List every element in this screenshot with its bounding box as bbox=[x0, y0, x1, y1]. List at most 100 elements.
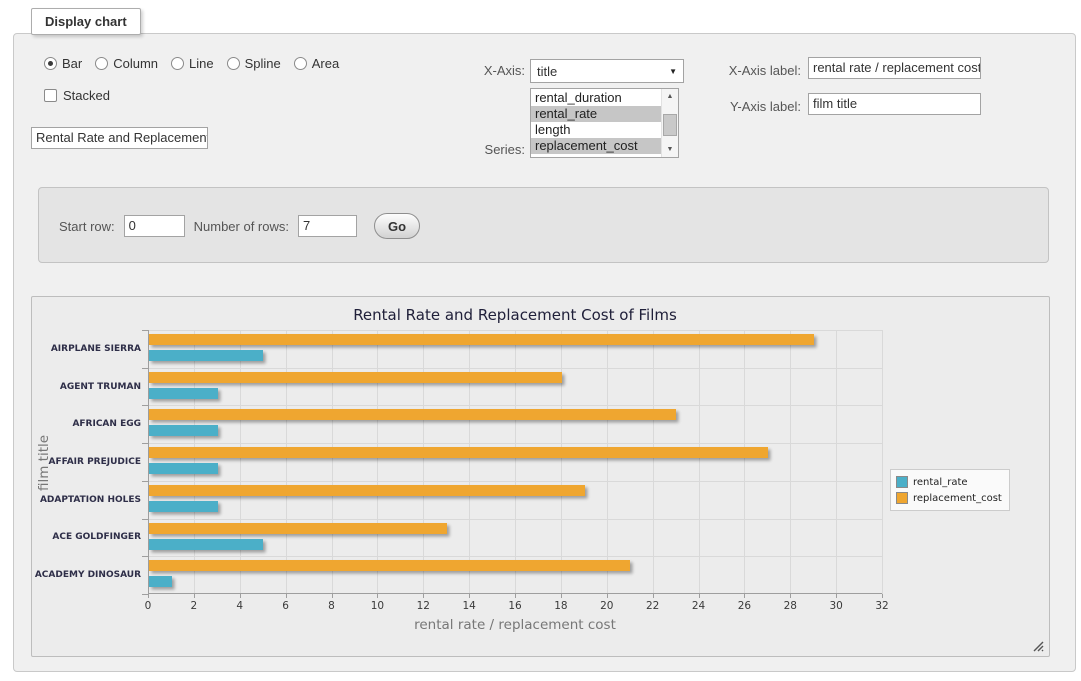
x-axis-label-input[interactable]: rental rate / replacement cost bbox=[808, 57, 981, 79]
gridline-vertical bbox=[607, 330, 608, 594]
scrollbar-thumb[interactable] bbox=[663, 114, 677, 136]
x-tick-mark bbox=[790, 594, 791, 598]
x-tick-label: 12 bbox=[408, 600, 438, 612]
x-tick-mark bbox=[377, 594, 378, 598]
gridline-horizontal bbox=[148, 443, 882, 444]
x-tick-label: 6 bbox=[271, 600, 301, 612]
scroll-up-icon[interactable]: ▲ bbox=[662, 89, 678, 104]
bar-replacement_cost bbox=[149, 447, 768, 458]
x-tick-mark bbox=[607, 594, 608, 598]
chart-type-radio-group: Bar Column Line Spline Area bbox=[44, 56, 339, 71]
chart-title: Rental Rate and Replacement Cost of Film… bbox=[148, 306, 882, 324]
x-tick-mark bbox=[469, 594, 470, 598]
radio-icon[interactable] bbox=[227, 57, 240, 70]
start-row-input[interactable]: 0 bbox=[124, 215, 185, 237]
x-tick-mark bbox=[423, 594, 424, 598]
x-tick-label: 8 bbox=[317, 600, 347, 612]
gridline-vertical bbox=[286, 330, 287, 594]
category-label: AGENT TRUMAN bbox=[32, 382, 141, 392]
x-tick-label: 4 bbox=[225, 600, 255, 612]
x-tick-label: 22 bbox=[638, 600, 668, 612]
scroll-down-icon[interactable]: ▼ bbox=[662, 142, 678, 157]
bar-replacement_cost bbox=[149, 409, 676, 420]
go-button[interactable]: Go bbox=[374, 213, 420, 239]
num-rows-label: Number of rows: bbox=[194, 219, 289, 234]
gridline-vertical bbox=[882, 330, 883, 594]
y-axis-label-input[interactable]: film title bbox=[808, 93, 981, 115]
legend-item-rental_rate: rental_rate bbox=[896, 474, 1002, 490]
row-range-controls: Start row: 0 Number of rows: 7 Go bbox=[59, 213, 420, 239]
radio-icon[interactable] bbox=[294, 57, 307, 70]
chart-type-option-bar[interactable]: Bar bbox=[44, 56, 82, 71]
legend-item-replacement_cost: replacement_cost bbox=[896, 490, 1002, 506]
legend-label: rental_rate bbox=[913, 477, 968, 488]
x-tick-mark bbox=[882, 594, 883, 598]
start-row-label: Start row: bbox=[59, 219, 115, 234]
chart-type-option-column[interactable]: Column bbox=[95, 56, 158, 71]
y-tick-mark bbox=[142, 594, 148, 595]
bar-rental_rate bbox=[149, 388, 218, 399]
gridline-horizontal bbox=[148, 556, 882, 557]
series-option-replacement_cost[interactable]: replacement_cost bbox=[531, 138, 661, 154]
series-options: rental_durationrental_ratelengthreplacem… bbox=[531, 89, 661, 157]
chart-type-option-area[interactable]: Area bbox=[294, 56, 339, 71]
bar-rental_rate bbox=[149, 501, 218, 512]
chevron-down-icon: ▼ bbox=[669, 67, 677, 76]
category-label: ACADEMY DINOSAUR bbox=[32, 570, 141, 580]
x-axis-label-label: X-Axis label: bbox=[712, 63, 801, 78]
radio-label: Spline bbox=[245, 56, 281, 71]
chart-type-option-line[interactable]: Line bbox=[171, 56, 214, 71]
x-tick-label: 24 bbox=[684, 600, 714, 612]
stacked-checkbox-row[interactable]: Stacked bbox=[44, 88, 110, 103]
gridline-vertical bbox=[790, 330, 791, 594]
x-axis-line bbox=[148, 593, 882, 594]
gridline-horizontal bbox=[148, 405, 882, 406]
x-axis-title: rental rate / replacement cost bbox=[148, 617, 882, 633]
radio-label: Line bbox=[189, 56, 214, 71]
x-tick-label: 28 bbox=[775, 600, 805, 612]
x-tick-label: 0 bbox=[133, 600, 163, 612]
display-chart-fieldset: Display chart BarColumnLineSplineArea St… bbox=[13, 33, 1076, 672]
x-tick-label: 26 bbox=[729, 600, 759, 612]
gridline-vertical bbox=[194, 330, 195, 594]
row-range-panel: Start row: 0 Number of rows: 7 Go bbox=[38, 187, 1049, 263]
chart-type-option-spline[interactable]: Spline bbox=[227, 56, 281, 71]
plot-area bbox=[148, 330, 882, 594]
radio-icon[interactable] bbox=[171, 57, 184, 70]
bar-replacement_cost bbox=[149, 334, 814, 345]
chart-container: Rental Rate and Replacement Cost of Film… bbox=[31, 296, 1050, 657]
x-tick-label: 18 bbox=[546, 600, 576, 612]
x-tick-mark bbox=[515, 594, 516, 598]
series-option-rental_rate[interactable]: rental_rate bbox=[531, 106, 661, 122]
stacked-checkbox[interactable] bbox=[44, 89, 57, 102]
gridline-vertical bbox=[515, 330, 516, 594]
fieldset-legend: Display chart bbox=[31, 8, 141, 35]
gridline-vertical bbox=[423, 330, 424, 594]
x-tick-mark bbox=[332, 594, 333, 598]
gridline-vertical bbox=[332, 330, 333, 594]
bar-replacement_cost bbox=[149, 372, 562, 383]
category-label: ACE GOLDFINGER bbox=[32, 532, 141, 542]
chart-title-input[interactable]: Rental Rate and Replacement Cost of Film… bbox=[31, 127, 208, 149]
resize-grip-icon[interactable] bbox=[1033, 641, 1044, 652]
gridline-horizontal bbox=[148, 368, 882, 369]
bar-replacement_cost bbox=[149, 560, 630, 571]
num-rows-input[interactable]: 7 bbox=[298, 215, 357, 237]
radio-icon[interactable] bbox=[95, 57, 108, 70]
series-option-length[interactable]: length bbox=[531, 122, 661, 138]
listbox-scrollbar[interactable]: ▲ ▼ bbox=[661, 89, 678, 157]
bar-rental_rate bbox=[149, 425, 218, 436]
gridline-vertical bbox=[469, 330, 470, 594]
series-listbox[interactable]: rental_durationrental_ratelengthreplacem… bbox=[530, 88, 679, 158]
x-tick-mark bbox=[561, 594, 562, 598]
category-label: AIRPLANE SIERRA bbox=[32, 344, 141, 354]
radio-icon[interactable] bbox=[44, 57, 57, 70]
x-tick-mark bbox=[653, 594, 654, 598]
radio-label: Bar bbox=[62, 56, 82, 71]
x-axis-select[interactable]: title ▼ bbox=[530, 59, 684, 83]
gridline-vertical bbox=[699, 330, 700, 594]
series-option-rental_duration[interactable]: rental_duration bbox=[531, 90, 661, 106]
series-listbox-label: Series: bbox=[454, 142, 525, 157]
bar-replacement_cost bbox=[149, 523, 447, 534]
stacked-label: Stacked bbox=[63, 88, 110, 103]
